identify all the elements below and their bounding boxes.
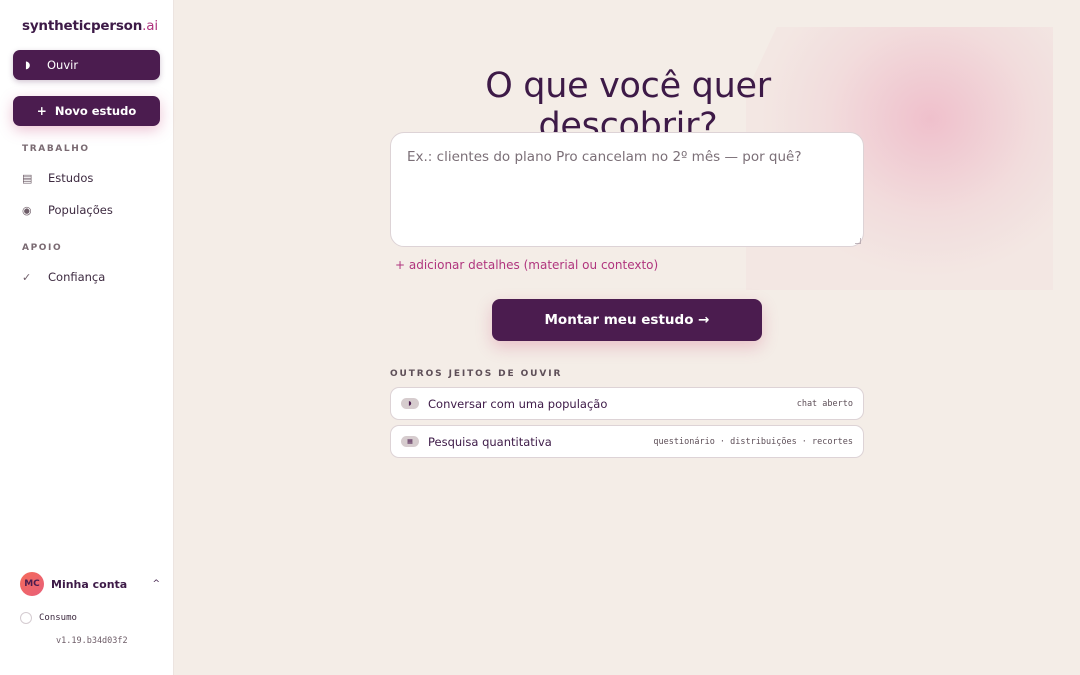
study-question-input[interactable]	[390, 132, 864, 247]
sidebar-item-label: Populações	[48, 203, 113, 217]
sidebar-item-populacoes[interactable]: ◉ Populações	[22, 203, 113, 217]
sidebar-item-label: Estudos	[48, 171, 94, 185]
section-label-trabalho: TRABALHO	[22, 144, 90, 154]
option-label: Conversar com uma população	[428, 396, 608, 411]
version-label: v1.19.b34d03f2	[56, 636, 128, 646]
option-conversar[interactable]: ◗ Conversar com uma população chat abert…	[390, 387, 864, 420]
resize-handle-icon[interactable]	[855, 238, 861, 244]
avatar: MC	[20, 572, 44, 596]
account-label: Minha conta	[51, 577, 128, 591]
sidebar: syntheticperson.ai ◗ Ouvir + Novo estudo…	[0, 0, 174, 675]
brand-name: syntheticperson	[22, 18, 143, 34]
new-study-button[interactable]: + Novo estudo	[13, 96, 160, 126]
add-details-link[interactable]: + adicionar detalhes (material ou contex…	[395, 258, 658, 272]
nav-item-ouvir[interactable]: ◗ Ouvir	[13, 50, 160, 80]
account-menu[interactable]: MC Minha conta ^	[20, 572, 160, 596]
ear-icon: ◗	[25, 59, 31, 71]
survey-icon: ▦	[401, 436, 419, 447]
brand-logo[interactable]: syntheticperson.ai	[22, 18, 158, 34]
population-icon: ◉	[22, 203, 32, 217]
plus-icon: +	[36, 104, 47, 118]
option-meta: questionário · distribuições · recortes	[653, 436, 853, 447]
build-study-button[interactable]: Montar meu estudo →	[492, 299, 762, 341]
check-icon: ✓	[22, 270, 32, 284]
chevron-up-icon: ^	[152, 579, 160, 589]
other-ways-label: OUTROS JEITOS DE OUVIR	[390, 369, 563, 379]
new-study-label: Novo estudo	[54, 104, 137, 118]
sidebar-item-confianca[interactable]: ✓ Confiança	[22, 270, 105, 284]
chat-icon: ◗	[401, 398, 419, 409]
option-label: Pesquisa quantitativa	[428, 434, 552, 449]
option-pesquisa[interactable]: ▦ Pesquisa quantitativa questionário · d…	[390, 425, 864, 458]
sidebar-item-estudos[interactable]: ▤ Estudos	[22, 171, 93, 185]
brand-tld: .ai	[142, 18, 158, 34]
usage-indicator[interactable]: Consumo	[20, 612, 77, 624]
option-meta: chat aberto	[796, 398, 853, 409]
list-icon: ▤	[22, 171, 33, 185]
nav-item-label: Ouvir	[47, 58, 79, 72]
usage-ring-icon	[20, 612, 32, 624]
usage-label: Consumo	[39, 613, 77, 623]
sidebar-item-label: Confiança	[48, 270, 106, 284]
section-label-apoio: APOIO	[22, 243, 63, 253]
